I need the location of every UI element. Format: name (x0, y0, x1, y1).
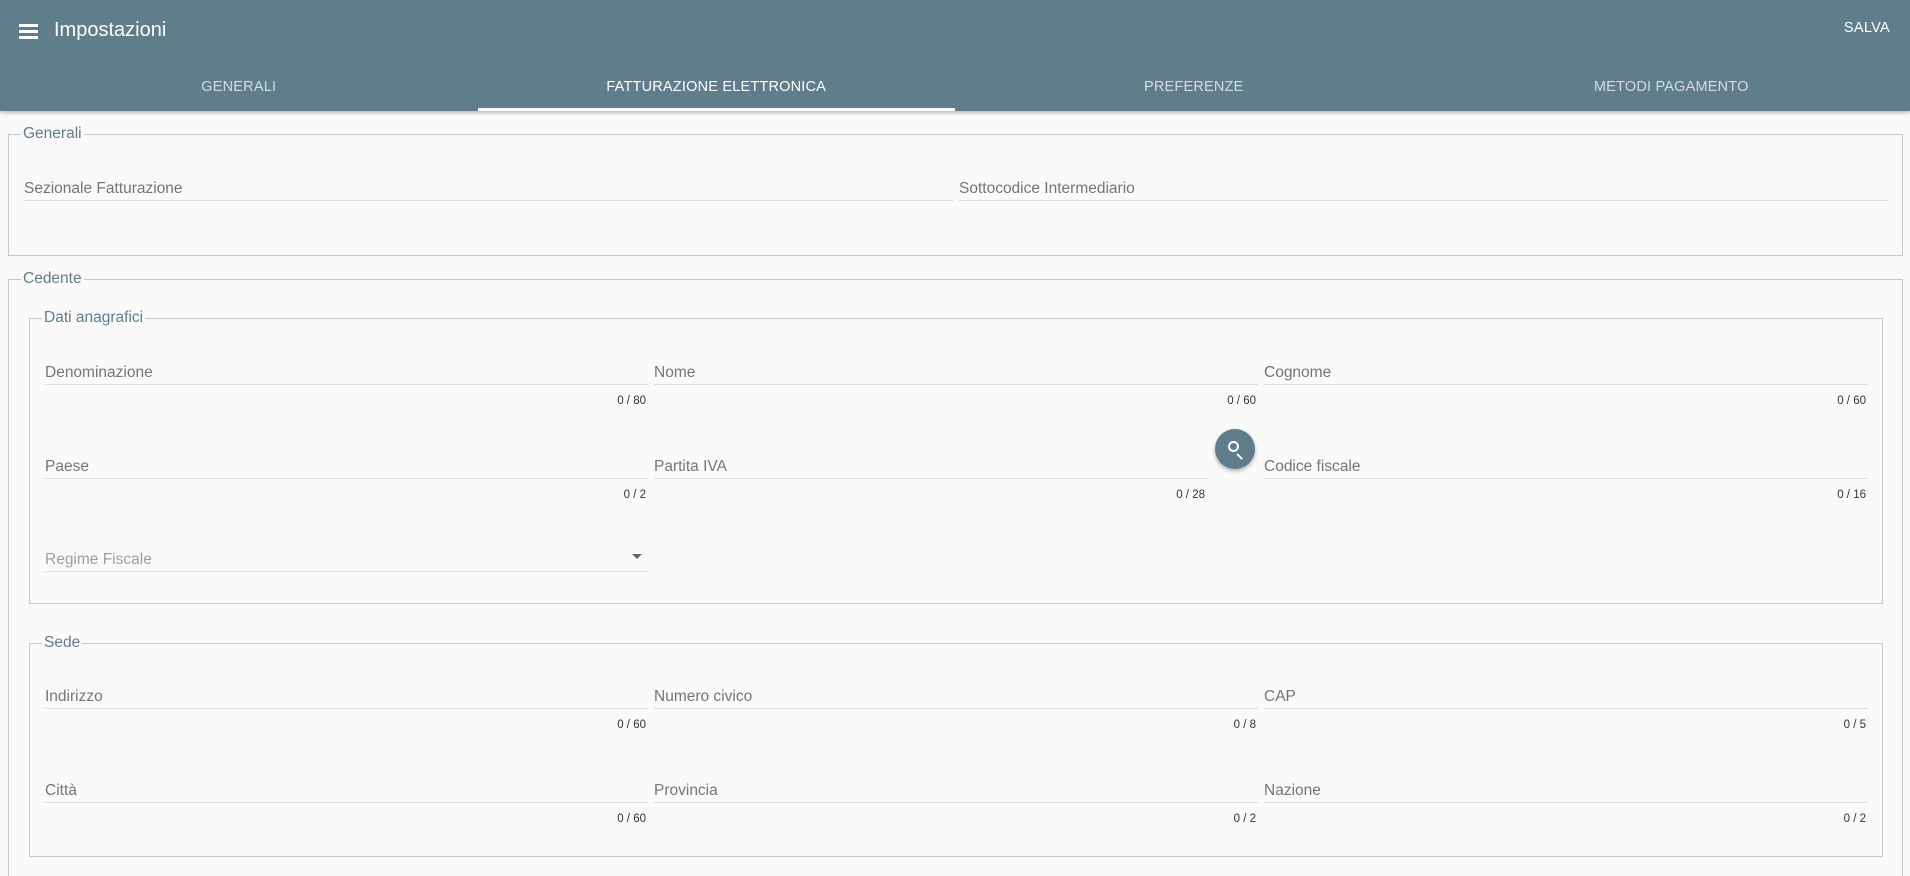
field-underline (654, 708, 1258, 709)
numero-civico-field[interactable]: Numero civico 0 / 8 (654, 665, 1258, 731)
field-underline (45, 571, 649, 572)
field-underline (654, 384, 1258, 385)
field-underline (1264, 384, 1868, 385)
character-counter: 0 / 2 (623, 489, 646, 501)
provincia-label: Provincia (654, 782, 718, 799)
field-underline (959, 200, 1889, 201)
sezionale-fatturazione-label: Sezionale Fatturazione (24, 180, 183, 197)
field-underline (24, 200, 953, 201)
dropdown-arrow-icon (632, 554, 642, 559)
field-underline (654, 802, 1258, 803)
nome-field[interactable]: Nome 0 / 60 (654, 341, 1258, 407)
field-underline (45, 384, 648, 385)
field-underline (1264, 708, 1868, 709)
character-counter: 0 / 8 (1233, 719, 1256, 731)
partita-iva-field[interactable]: Partita IVA 0 / 28 (654, 435, 1207, 501)
character-counter: 0 / 5 (1843, 719, 1866, 731)
numero-civico-label: Numero civico (654, 688, 753, 705)
sezionale-fatturazione-field[interactable]: Sezionale Fatturazione (24, 157, 953, 201)
indirizzo-field[interactable]: Indirizzo 0 / 60 (45, 665, 648, 731)
character-counter: 0 / 2 (1843, 813, 1866, 825)
sottocodice-intermediario-field[interactable]: Sottocodice Intermediario (959, 157, 1889, 201)
field-underline (45, 708, 648, 709)
paese-field[interactable]: Paese 0 / 2 (45, 435, 648, 501)
character-counter: 0 / 28 (1176, 489, 1205, 501)
sottocodice-intermediario-label: Sottocodice Intermediario (959, 180, 1135, 197)
regime-fiscale-placeholder: Regime Fiscale (45, 551, 152, 568)
generali-legend: Generali (23, 125, 82, 142)
character-counter: 0 / 60 (617, 813, 646, 825)
provincia-field[interactable]: Provincia 0 / 2 (654, 759, 1258, 825)
dati-anagrafici-legend: Dati anagrafici (44, 309, 144, 326)
tab-preferenze[interactable]: PREFERENZE (955, 62, 1433, 111)
codice-fiscale-field[interactable]: Codice fiscale 0 / 16 (1264, 435, 1868, 501)
cap-field[interactable]: CAP 0 / 5 (1264, 665, 1868, 731)
field-underline (45, 478, 648, 479)
field-underline (45, 802, 648, 803)
character-counter: 0 / 2 (1233, 813, 1256, 825)
indirizzo-label: Indirizzo (45, 688, 103, 705)
partita-iva-label: Partita IVA (654, 458, 727, 475)
cap-label: CAP (1264, 688, 1296, 705)
cognome-field[interactable]: Cognome 0 / 60 (1264, 341, 1868, 407)
nome-label: Nome (654, 364, 696, 381)
denominazione-label: Denominazione (45, 364, 153, 381)
character-counter: 0 / 60 (1227, 395, 1256, 407)
tab-fatturazione-elettronica[interactable]: FATTURAZIONE ELETTRONICA (477, 62, 956, 111)
nazione-field[interactable]: Nazione 0 / 2 (1264, 759, 1868, 825)
character-counter: 0 / 60 (1837, 395, 1866, 407)
tab-generali[interactable]: GENERALI (0, 62, 478, 111)
page-title: Impostazioni (54, 19, 167, 41)
cedente-legend: Cedente (23, 270, 82, 287)
tab-metodi-pagamento[interactable]: METODI PAGAMENTO (1433, 62, 1910, 111)
character-counter: 0 / 60 (617, 719, 646, 731)
field-underline (654, 478, 1207, 479)
sede-legend: Sede (44, 634, 81, 651)
menu-icon[interactable] (14, 18, 42, 44)
tab-bar: GENERALI FATTURAZIONE ELETTRONICA PREFER… (0, 62, 1910, 111)
regime-fiscale-select[interactable]: Regime Fiscale (45, 528, 649, 572)
character-counter: 0 / 80 (617, 395, 646, 407)
citta-label: Città (45, 782, 77, 799)
field-underline (1264, 478, 1868, 479)
save-button[interactable]: SALVA (1844, 20, 1890, 36)
search-partita-iva-button[interactable] (1215, 429, 1255, 469)
cognome-label: Cognome (1264, 364, 1332, 381)
field-underline (1264, 802, 1868, 803)
search-icon-handle (1236, 453, 1243, 460)
search-icon (1228, 441, 1239, 452)
denominazione-field[interactable]: Denominazione 0 / 80 (45, 341, 648, 407)
app-bar: Impostazioni SALVA GENERALI FATTURAZIONE… (0, 0, 1910, 111)
paese-label: Paese (45, 458, 89, 475)
nazione-label: Nazione (1264, 782, 1321, 799)
citta-field[interactable]: Città 0 / 60 (45, 759, 648, 825)
character-counter: 0 / 16 (1837, 489, 1866, 501)
codice-fiscale-label: Codice fiscale (1264, 458, 1361, 475)
